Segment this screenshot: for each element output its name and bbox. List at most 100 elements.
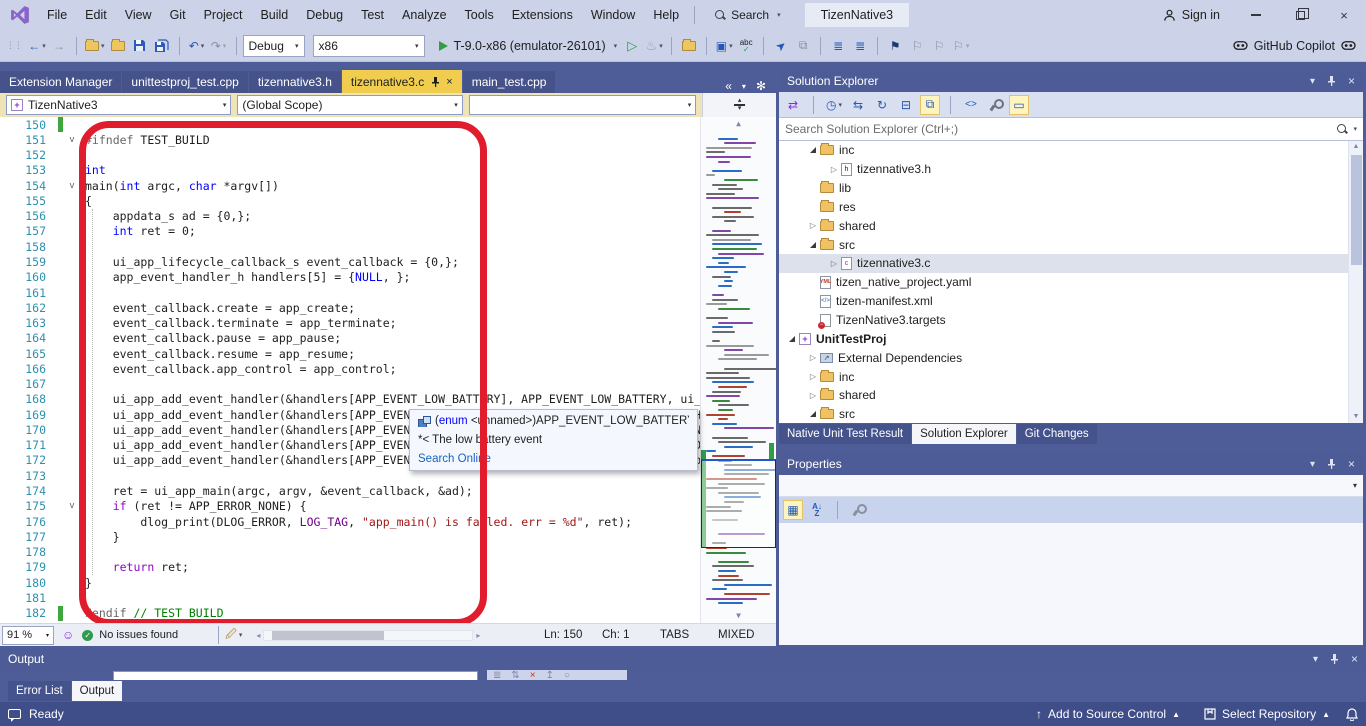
code-line[interactable]: 160 app_event_handler_h handlers[5] = {N… [0,270,776,285]
output-header[interactable]: Output ▾ × [0,648,1366,670]
zoom-level-combo[interactable]: 91 % ▾ [2,626,54,645]
window-layout-button[interactable]: ▣▾ [713,34,735,58]
fold-marker[interactable]: v [63,501,81,511]
scroll-right-icon[interactable]: ▸ [476,631,480,640]
scroll-up-icon[interactable]: ▲ [1349,141,1363,153]
feedback-icon[interactable]: ☺ [62,628,74,642]
tree-scrollbar[interactable]: ▲▼ [1348,141,1363,423]
properties-header[interactable]: Properties ▾ × [779,453,1363,475]
close-icon[interactable]: × [1348,74,1355,88]
tree-item-tizennative3-h[interactable]: ▷htizennative3.h [779,160,1363,179]
previous-bookmark-button[interactable]: ⚐ [906,34,928,58]
code-line[interactable]: 156 appdata_s ad = {0,}; [0,209,776,224]
panel-tab-solution-explorer[interactable]: Solution Explorer [912,424,1016,444]
tree-expanded-arrow-icon[interactable] [806,242,820,248]
scrollbar-thumb[interactable] [272,631,384,640]
tree-collapsed-arrow-icon[interactable]: ▷ [806,391,820,400]
code-line[interactable]: 165 event_callback.resume = app_resume; [0,346,776,361]
collapse-all-icon[interactable]: ⊟ [896,95,916,115]
tree-collapsed-arrow-icon[interactable]: ▷ [827,165,841,174]
code-line[interactable]: 150 [0,117,776,132]
tree-item-src[interactable]: src [779,235,1363,254]
show-output-from-combo[interactable] [113,671,478,680]
decrease-indent-button[interactable]: ≣ [827,34,849,58]
menu-project[interactable]: Project [195,0,252,30]
tree-item-res[interactable]: res [779,198,1363,217]
find-in-files-button[interactable] [678,34,700,58]
tree-item-shared[interactable]: ▷shared [779,216,1363,235]
code-editor[interactable]: 150151v#ifndef TEST_BUILD152153int154vma… [0,117,776,623]
tree-collapsed-arrow-icon[interactable]: ▷ [806,221,820,230]
open-file-button[interactable] [107,34,129,58]
menu-debug[interactable]: Debug [297,0,352,30]
solution-platform-combo[interactable]: x86▾ [313,35,425,57]
pin-icon[interactable] [1327,459,1336,469]
code-line[interactable]: 155{ [0,193,776,208]
menu-file[interactable]: File [38,0,76,30]
tree-expanded-arrow-icon[interactable] [806,147,820,153]
chevron-down-icon[interactable]: ▾ [1310,76,1315,87]
code-line[interactable]: 164 event_callback.pause = app_pause; [0,331,776,346]
sign-in-button[interactable]: Sign in [1149,8,1234,22]
tree-item-tizen-manifest-xml[interactable]: </>tizen-manifest.xml [779,292,1363,311]
start-debugging-button[interactable]: T-9.0-x86 (emulator-26101) ▾ [435,39,622,53]
close-icon[interactable]: × [1351,652,1358,666]
navigate-back-button[interactable]: ←▾ [26,34,48,58]
editor-tab-tizennative3-c[interactable]: tizennative3.c× [342,70,462,93]
menu-test[interactable]: Test [352,0,393,30]
bottom-tab-error-list[interactable]: Error List [8,681,71,701]
close-icon[interactable]: × [1348,457,1355,471]
next-bookmark-button[interactable]: ⚐ [928,34,950,58]
menu-edit[interactable]: Edit [76,0,116,30]
scroll-down-icon[interactable]: ▼ [1349,411,1363,423]
chevron-down-icon[interactable]: ▾ [1353,125,1357,133]
pin-icon[interactable] [1327,76,1336,86]
tree-collapsed-arrow-icon[interactable]: ▷ [827,259,841,268]
github-copilot-button[interactable]: GitHub Copilot [1233,39,1366,53]
code-line[interactable]: 168 ui_app_add_event_handler(&handlers[A… [0,392,776,407]
tree-item-unittestproj[interactable]: +UnitTestProj [779,329,1363,348]
categorized-view-icon[interactable]: ▦ [783,500,803,520]
pin-icon[interactable] [431,77,440,87]
code-line[interactable]: 177 } [0,529,776,544]
global-search[interactable]: Search ▾ [705,3,791,27]
spell-check-button[interactable]: abc✓ [735,34,757,58]
tree-collapsed-arrow-icon[interactable]: ▷ [806,372,820,381]
panel-tab-git-changes[interactable]: Git Changes [1017,424,1097,444]
code-line[interactable]: 161 [0,285,776,300]
clear-all-icon[interactable]: × [530,670,536,680]
view-code-icon[interactable]: <> [961,95,981,115]
preview-selected-items-icon[interactable]: ▭ [1009,95,1029,115]
menu-window[interactable]: Window [582,0,644,30]
tree-item-tizennative3-targets[interactable]: −TizenNative3.targets [779,311,1363,330]
code-line[interactable]: 181 [0,590,776,605]
minimap-viewport[interactable] [701,459,776,548]
alphabetical-sort-icon[interactable]: A↓Z [807,500,827,520]
tree-item-tizennative3-c[interactable]: ▷ctizennative3.c [779,254,1363,273]
tree-item-tizen-native-project-yaml[interactable]: YMLtizen_native_project.yaml [779,273,1363,292]
tree-item-external-dependencies[interactable]: ▷↗External Dependencies [779,348,1363,367]
fold-marker[interactable]: v [63,135,81,145]
solution-configuration-combo[interactable]: Debug▾ [243,35,305,57]
bottom-tab-output[interactable]: Output [72,681,123,701]
clear-bookmarks-button[interactable]: ⚐▾ [950,34,972,58]
scrollbar-thumb[interactable] [1351,155,1362,265]
scroll-up-icon[interactable]: ▲ [701,118,776,130]
tree-collapsed-arrow-icon[interactable]: ▷ [806,353,820,362]
menu-git[interactable]: Git [161,0,195,30]
tree-expanded-arrow-icon[interactable] [806,411,820,417]
code-line[interactable]: 182#endif // TEST_BUILD [0,606,776,621]
pin-icon[interactable] [1330,654,1339,664]
select-repository-button[interactable]: Select Repository ▲ [1196,702,1338,726]
toggle-scroll-icon[interactable]: ↥ [546,670,554,680]
undo-button[interactable]: ↶▾ [186,34,208,58]
minimap-scrollbar[interactable]: ▲ ▼ [700,117,776,623]
feedback-bubble-icon[interactable] [8,709,21,719]
pending-changes-filter-icon[interactable]: ◷▾ [824,95,844,115]
code-cleanup-icon[interactable]: 🖉 [225,626,237,645]
code-line[interactable]: 153int [0,163,776,178]
start-without-debugging-button[interactable]: ▷ [621,34,643,58]
editor-tab-unittestproj-test-cpp[interactable]: unittestproj_test.cpp [122,71,247,93]
properties-wrench-icon[interactable] [985,95,1005,115]
scroll-left-icon[interactable]: ◂ [256,631,260,640]
